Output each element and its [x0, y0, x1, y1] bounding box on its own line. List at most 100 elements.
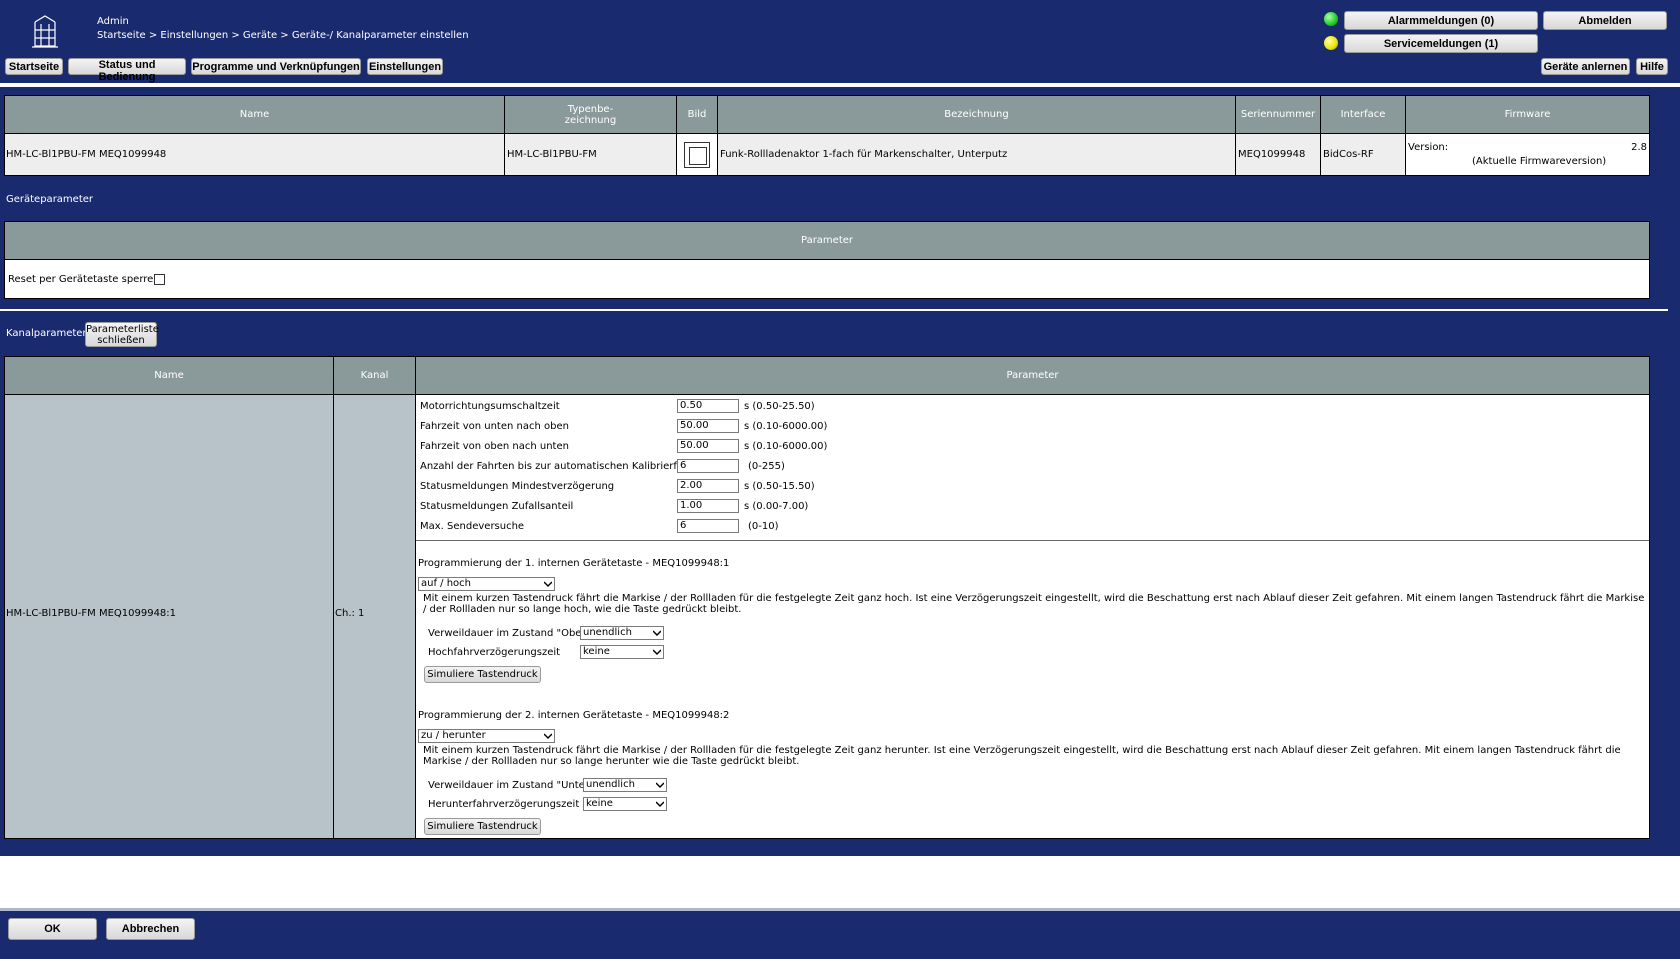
chevron-down-icon — [544, 581, 552, 588]
param-unit-max-send: (0-10) — [748, 521, 779, 532]
section-divider — [0, 309, 1668, 311]
key2-dwell-value: unendlich — [586, 779, 635, 790]
param-input-status-delay[interactable]: 2.00 — [677, 479, 739, 493]
firmware-label: Version: — [1408, 142, 1449, 153]
alarm-messages-button[interactable]: Alarmmeldungen (0) — [1344, 11, 1538, 30]
firmware-note: (Aktuelle Firmwareversion) — [1472, 156, 1607, 167]
col-image: Bild — [676, 95, 718, 134]
logout-button[interactable]: Abmelden — [1543, 11, 1667, 30]
param-input-status-random[interactable]: 1.00 — [677, 499, 739, 513]
header-divider — [0, 83, 1680, 87]
service-status-led — [1324, 36, 1338, 50]
content-bottom-space — [0, 856, 1680, 909]
nav-programme-und-verknuepfungen[interactable]: Programme und Verknüpfungen — [191, 58, 361, 75]
top-header: Admin Startseite > Einstellungen > Gerät… — [0, 0, 1680, 83]
alarm-status-led — [1324, 12, 1338, 26]
key1-dwell-label: Verweildauer im Zustand "Oben" — [428, 628, 593, 639]
key2-delay-label: Herunterfahrverzögerungszeit — [428, 799, 580, 810]
chevron-down-icon — [544, 733, 552, 740]
key1-dwell-value: unendlich — [583, 627, 632, 638]
channel-name: HM-LC-Bl1PBU-FM MEQ1099948:1 — [6, 608, 177, 619]
param-unit-status-delay: s (0.50-15.50) — [744, 481, 815, 492]
param-unit-calibration: (0-255) — [748, 461, 785, 472]
help-button[interactable]: Hilfe — [1636, 58, 1668, 75]
ch-col-parameter: Parameter — [416, 357, 1649, 395]
close-parameterlist-button[interactable]: Parameterliste schließen — [85, 322, 159, 347]
channel-params-table: Name Kanal Parameter HM-LC-Bl1PBU-FM MEQ… — [4, 356, 1650, 839]
key1-simulate-button[interactable]: Simuliere Tastendruck — [424, 666, 541, 683]
nav-status-und-bedienung[interactable]: Status und Bedienung — [68, 58, 186, 83]
ch-kanal-cell: Ch.: 1 — [334, 395, 416, 838]
param-divider — [416, 540, 1649, 541]
reset-lock-checkbox[interactable] — [154, 274, 165, 285]
device-image-icon — [684, 141, 710, 168]
param-input-up-time[interactable]: 50.00 — [677, 419, 739, 433]
device-description: Funk-Rollladenaktor 1-fach für Markensch… — [717, 133, 1236, 176]
channel-params-title: Kanalparameter — [6, 328, 87, 339]
chevron-down-icon — [653, 630, 661, 637]
ch-col-kanal: Kanal — [334, 357, 416, 395]
device-name: HM-LC-Bl1PBU-FM MEQ1099948 — [4, 133, 505, 176]
key2-delay-value: keine — [586, 798, 613, 809]
cancel-button[interactable]: Abbrechen — [106, 918, 195, 940]
key1-description: Mit einem kurzen Tastendruck fährt die M… — [423, 593, 1645, 615]
ch-name-cell: HM-LC-Bl1PBU-FM MEQ1099948:1 — [5, 395, 334, 838]
col-type: Typenbe- zeichnung — [504, 95, 677, 134]
footer-divider — [0, 908, 1680, 911]
col-description: Bezeichnung — [717, 95, 1236, 134]
chevron-down-icon — [656, 801, 664, 808]
param-label-max-send: Max. Sendeversuche — [420, 521, 525, 532]
nav-einstellungen[interactable]: Einstellungen — [367, 58, 443, 75]
col-serial: Seriennummer — [1235, 95, 1321, 134]
main-content: Name Typenbe- zeichnung Bild Bezeichnung… — [0, 83, 1680, 909]
device-serial: MEQ1099948 — [1235, 133, 1321, 176]
device-firmware: Version: 2.8 (Aktuelle Firmwareversion) — [1405, 133, 1650, 176]
key2-description: Mit einem kurzen Tastendruck fährt die M… — [423, 745, 1621, 767]
footer-bar: OK Abbrechen — [0, 908, 1680, 959]
param-label-motor: Motorrichtungsumschaltzeit — [420, 401, 560, 412]
param-input-motor[interactable]: 0.50 — [677, 399, 739, 413]
param-label-calibration: Anzahl der Fahrten bis zur automatischen… — [420, 461, 698, 472]
key2-mode-select[interactable]: zu / herunter — [418, 729, 555, 743]
col-name: Name — [4, 95, 505, 134]
param-input-max-send[interactable]: 6 — [677, 519, 739, 533]
chevron-down-icon — [656, 782, 664, 789]
key2-dwell-label: Verweildauer im Zustand "Unten" — [428, 780, 596, 791]
key2-dwell-select[interactable]: unendlich — [583, 778, 667, 792]
key2-delay-select[interactable]: keine — [583, 797, 667, 811]
key1-mode-value: auf / hoch — [421, 578, 472, 589]
ch-parameter-cell: Motorrichtungsumschaltzeit 0.50 s (0.50-… — [416, 395, 1649, 838]
ch-col-name: Name — [5, 357, 334, 395]
key1-delay-label: Hochfahrverzögerungszeit — [428, 647, 561, 658]
channel-number: Ch.: 1 — [335, 608, 365, 619]
breadcrumb: Startseite > Einstellungen > Geräte > Ge… — [97, 30, 469, 41]
param-unit-status-random: s (0.00-7.00) — [744, 501, 809, 512]
service-messages-button[interactable]: Servicemeldungen (1) — [1344, 34, 1538, 53]
device-table: Name Typenbe- zeichnung Bild Bezeichnung… — [4, 95, 1650, 176]
teach-devices-button[interactable]: Geräte anlernen — [1541, 58, 1630, 75]
nav-startseite[interactable]: Startseite — [5, 58, 63, 75]
param-label-down-time: Fahrzeit von oben nach unten — [420, 441, 569, 452]
device-params-title: Geräteparameter — [6, 194, 94, 205]
device-type: HM-LC-Bl1PBU-FM — [504, 133, 677, 176]
key2-simulate-button[interactable]: Simuliere Tastendruck — [424, 818, 541, 835]
param-input-calibration[interactable]: 6 — [677, 459, 739, 473]
col-interface: Interface — [1320, 95, 1406, 134]
col-type-label: Typenbe- zeichnung — [564, 103, 617, 126]
param-input-down-time[interactable]: 50.00 — [677, 439, 739, 453]
ok-button[interactable]: OK — [8, 918, 97, 940]
device-params-panel: Parameter Reset per Gerätetaste sperren — [4, 221, 1650, 299]
chevron-down-icon — [653, 649, 661, 656]
param-unit-down-time: s (0.10-6000.00) — [744, 441, 828, 452]
key1-delay-select[interactable]: keine — [580, 645, 664, 659]
key2-mode-value: zu / herunter — [421, 730, 486, 741]
key1-title: Programmierung der 1. internen Gerätetas… — [418, 558, 730, 569]
firmware-version: 2.8 — [1631, 142, 1647, 153]
key1-dwell-select[interactable]: unendlich — [580, 626, 664, 640]
key1-mode-select[interactable]: auf / hoch — [418, 577, 555, 591]
col-firmware: Firmware — [1405, 95, 1650, 134]
param-label-status-random: Statusmeldungen Zufallsanteil — [420, 501, 574, 512]
device-params-header: Parameter — [5, 222, 1649, 260]
param-label-up-time: Fahrzeit von unten nach oben — [420, 421, 569, 432]
param-unit-up-time: s (0.10-6000.00) — [744, 421, 828, 432]
